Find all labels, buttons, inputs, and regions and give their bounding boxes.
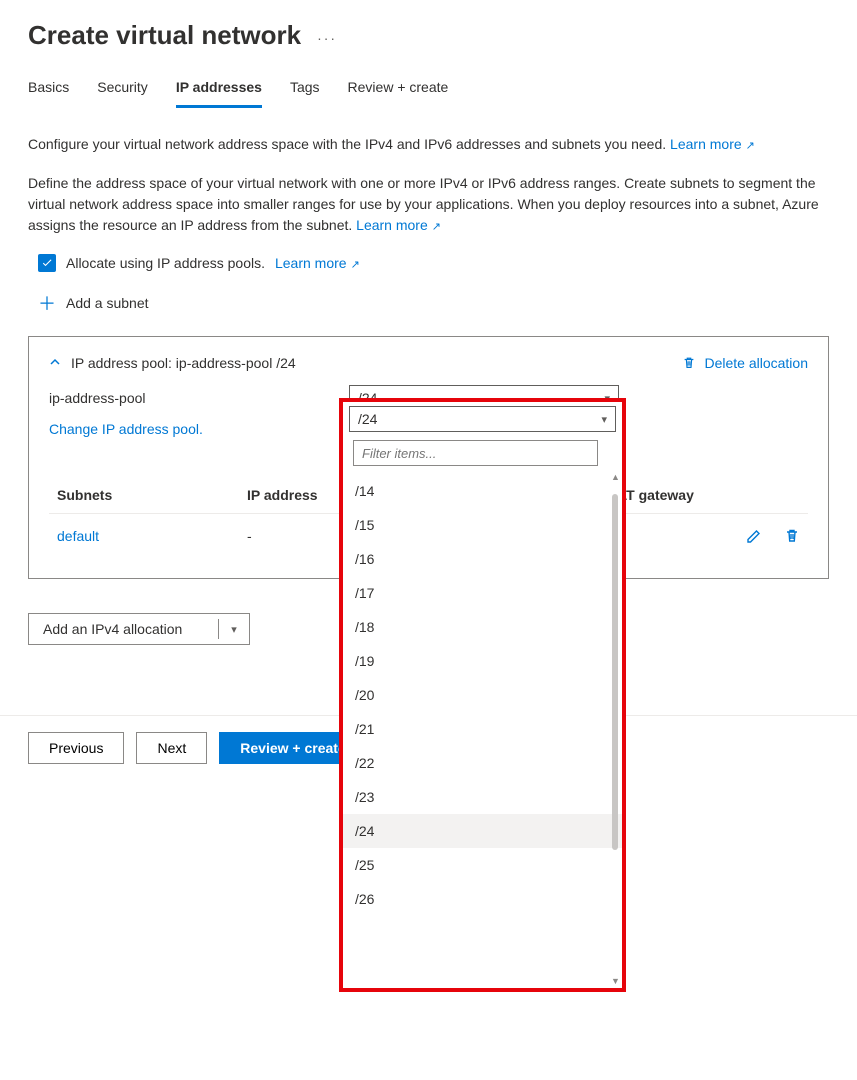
dropdown-option[interactable]: /24 <box>343 814 622 848</box>
dropdown-option[interactable]: /19 <box>343 644 622 678</box>
dropdown-option[interactable]: /23 <box>343 780 622 814</box>
tab-bar: Basics Security IP addresses Tags Review + c… <box>28 73 829 108</box>
dropdown-scrollbar[interactable]: ▲ ▼ <box>611 474 619 984</box>
col-header-subnets: Subnets <box>57 487 247 503</box>
external-link-icon: ↗ <box>351 259 360 271</box>
allocation-title: IP address pool: ip-address-pool /24 <box>71 355 296 371</box>
chevron-down-icon: ▾ <box>601 413 607 426</box>
external-link-icon: ↗ <box>746 140 755 152</box>
dropdown-option[interactable]: /25 <box>343 848 622 882</box>
scroll-up-arrow-icon[interactable]: ▲ <box>611 474 619 482</box>
tab-basics[interactable]: Basics <box>28 73 69 108</box>
cidr-dropdown-popup: /24 ▾ /14/15/16/17/18/19/20/21/22/23/24/… <box>339 398 626 992</box>
change-pool-link[interactable]: Change IP address pool. <box>49 421 203 437</box>
plus-icon: ＋ <box>38 290 56 316</box>
check-icon <box>41 257 53 269</box>
dropdown-option[interactable]: /22 <box>343 746 622 780</box>
dropdown-option[interactable]: /15 <box>343 508 622 542</box>
dropdown-option[interactable]: /14 <box>343 474 622 508</box>
next-button[interactable]: Next <box>136 732 207 764</box>
previous-button[interactable]: Previous <box>28 732 124 764</box>
add-alloc-label: Add an IPv4 allocation <box>29 621 218 637</box>
add-subnet-button[interactable]: ＋ Add a subnet <box>38 290 829 316</box>
trash-icon <box>682 356 696 370</box>
external-link-icon: ↗ <box>432 221 441 233</box>
cidr-combobox-open[interactable]: /24 ▾ <box>349 406 616 432</box>
page-title: Create virtual network <box>28 20 301 51</box>
dropdown-option[interactable]: /21 <box>343 712 622 746</box>
cidr-selected-value: /24 <box>358 411 377 427</box>
tab-security[interactable]: Security <box>97 73 148 108</box>
delete-allocation-button[interactable]: Delete allocation <box>682 355 808 371</box>
allocate-pools-label: Allocate using IP address pools. <box>66 255 265 271</box>
learn-more-link-3[interactable]: Learn more↗ <box>275 255 360 271</box>
dropdown-option[interactable]: /26 <box>343 882 622 916</box>
dropdown-option-list: /14/15/16/17/18/19/20/21/22/23/24/25/26 … <box>343 474 622 984</box>
dropdown-option[interactable]: /17 <box>343 576 622 610</box>
pool-name-text: ip-address-pool <box>49 390 319 406</box>
tab-review-create[interactable]: Review + create <box>348 73 449 108</box>
scrollbar-thumb[interactable] <box>612 494 618 850</box>
add-subnet-label: Add a subnet <box>66 295 149 311</box>
dropdown-option[interactable]: /18 <box>343 610 622 644</box>
scroll-down-arrow-icon[interactable]: ▼ <box>611 976 619 984</box>
intro-text-2: Define the address space of your virtual… <box>28 173 829 236</box>
intro-line1: Configure your virtual network address s… <box>28 136 670 152</box>
intro-text-1: Configure your virtual network address s… <box>28 134 829 155</box>
add-ipv4-allocation-button[interactable]: Add an IPv4 allocation ▾ <box>28 613 250 645</box>
dropdown-option[interactable]: /20 <box>343 678 622 712</box>
more-actions-icon[interactable]: ··· <box>317 30 337 64</box>
subnet-name-link[interactable]: default <box>57 528 99 544</box>
tab-ip-addresses[interactable]: IP addresses <box>176 73 262 108</box>
collapse-chevron-icon[interactable] <box>49 355 61 371</box>
learn-more-link-1[interactable]: Learn more↗ <box>670 136 755 152</box>
chevron-down-icon[interactable]: ▾ <box>219 623 249 636</box>
dropdown-filter-input[interactable] <box>353 440 598 466</box>
trash-icon[interactable] <box>784 528 800 544</box>
tab-tags[interactable]: Tags <box>290 73 320 108</box>
edit-icon[interactable] <box>746 528 762 544</box>
learn-more-link-2[interactable]: Learn more↗ <box>356 217 441 233</box>
dropdown-option[interactable]: /16 <box>343 542 622 576</box>
delete-allocation-label: Delete allocation <box>704 355 808 371</box>
allocate-pools-checkbox[interactable] <box>38 254 56 272</box>
